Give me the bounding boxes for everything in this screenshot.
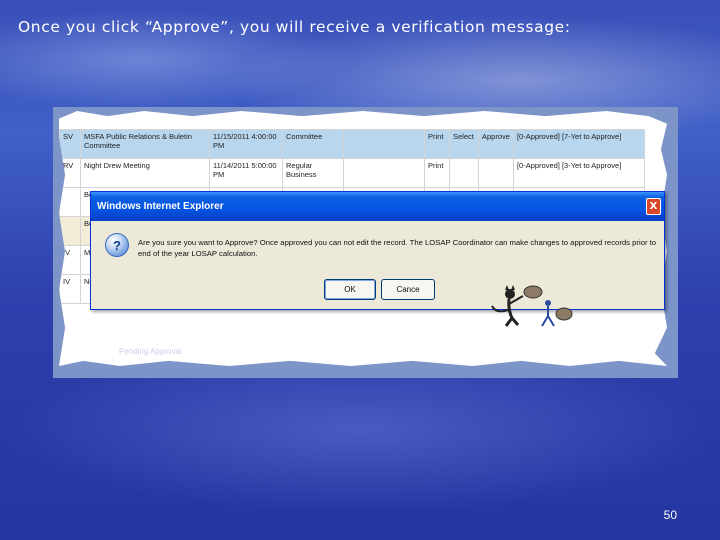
select-link <box>449 158 479 188</box>
table-row[interactable]: SV MSFA Public Relations & Buletin Commi… <box>59 129 646 159</box>
row-date: 11/15/2011 4:00:00 PM <box>209 129 283 159</box>
question-icon: ? <box>105 233 129 257</box>
print-link[interactable]: Print <box>424 158 450 188</box>
row-event: Night Drew Meeting <box>80 158 210 188</box>
row-type: Committee <box>282 129 344 159</box>
row-code: SV <box>59 129 81 159</box>
dialog-title: Windows Internet Explorer <box>97 201 224 212</box>
row-code <box>59 187 81 217</box>
approve-link[interactable]: Approve <box>478 129 514 159</box>
row-code <box>59 216 81 246</box>
table-row[interactable]: RV Night Drew Meeting 11/14/2011 5:00:00… <box>59 158 646 188</box>
row-code: IV <box>59 274 81 304</box>
approve-link <box>478 158 514 188</box>
row-code: IV <box>59 245 81 275</box>
confirm-dialog: Windows Internet Explorer X ? Are you su… <box>90 191 665 310</box>
row-event: MSFA Public Relations & Buletin Committe… <box>80 129 210 159</box>
dialog-titlebar[interactable]: Windows Internet Explorer X <box>91 192 664 221</box>
row-empty <box>343 129 425 159</box>
page-number: 50 <box>663 508 677 522</box>
ok-button[interactable]: OK <box>324 279 376 300</box>
row-status: [0-Approved] [3-Yet to Approve] <box>512 158 646 188</box>
print-link[interactable]: Print <box>424 129 450 159</box>
row-date: 11/14/2011 5:00:00 PM <box>209 158 283 188</box>
slide-title: Once you click “Approve”, you will recei… <box>18 18 571 36</box>
select-link[interactable]: Select <box>449 129 479 159</box>
dialog-message: Are you sure you want to Approve? Once a… <box>138 238 657 258</box>
pending-approval-label: Pending Approval <box>119 347 182 356</box>
cancel-button[interactable]: Cance <box>381 279 435 300</box>
row-code: RV <box>59 158 81 188</box>
row-empty <box>343 158 425 188</box>
row-status: [0-Approved] [7-Yet to Approve] <box>512 129 646 159</box>
cartoon-cat-icon <box>491 285 573 327</box>
close-button[interactable]: X <box>646 198 661 215</box>
row-type: Regular Business <box>282 158 344 188</box>
